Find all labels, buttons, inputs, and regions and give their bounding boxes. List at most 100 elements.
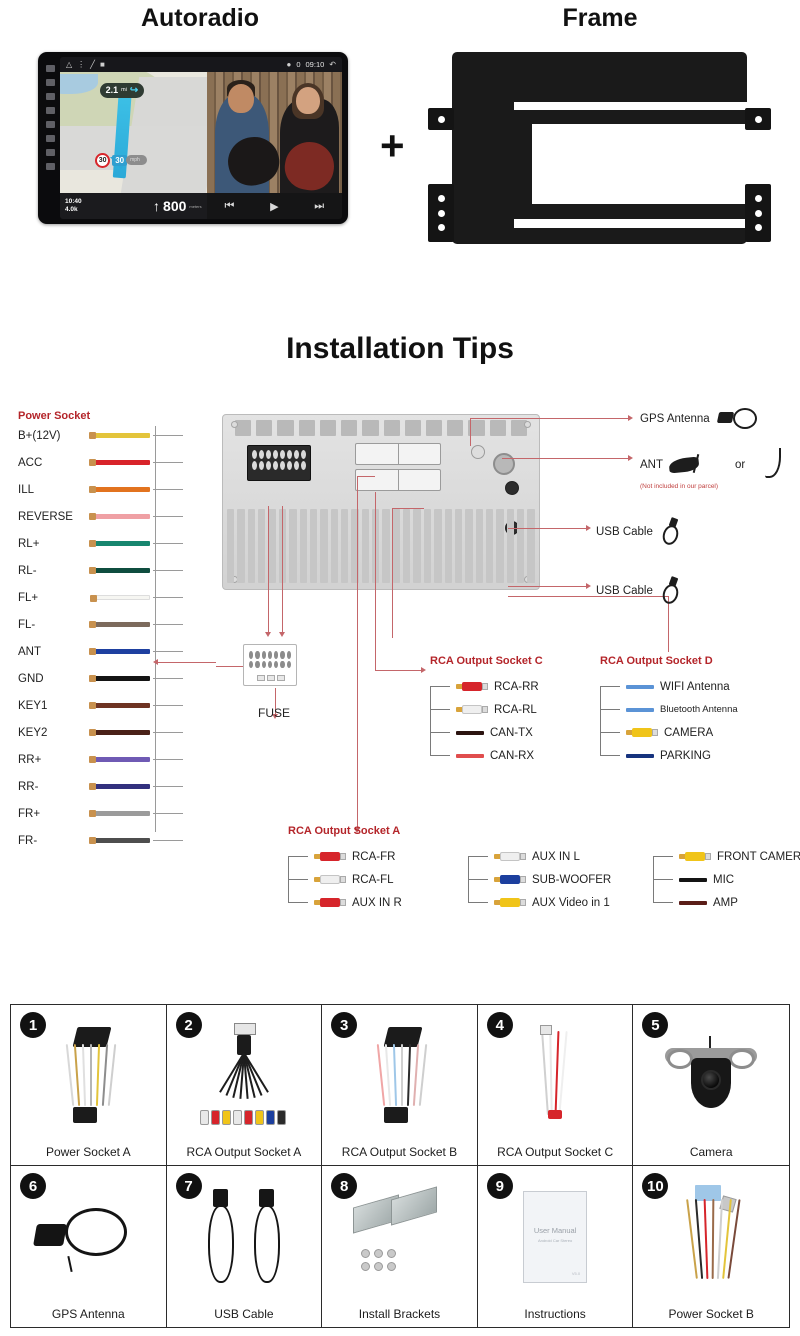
power-wire-label: FR-: [18, 834, 38, 847]
turn-distance: 2.1: [105, 85, 119, 96]
current-speed-value: 30: [112, 154, 128, 166]
power-wire-label: RR-: [18, 780, 39, 793]
power-wire-lead: [153, 570, 183, 571]
fuse-pins: [249, 651, 291, 668]
navigation-footer: 10:40 4.0k ↑ 800 meters: [60, 193, 207, 219]
home-icon[interactable]: △: [66, 60, 72, 69]
socket-row: RCA-FR: [288, 845, 468, 868]
socket-row-lead: [430, 732, 450, 733]
dash-frame-bezel: [410, 48, 785, 248]
socket-row-lead: [653, 902, 673, 903]
socket-row-label: RCA-RL: [494, 703, 537, 716]
side-volume-icon[interactable]: [46, 79, 55, 86]
power-wire-swatch: [89, 810, 150, 817]
gps-antenna-icon: [716, 408, 758, 430]
socket-row: RCA-RL: [430, 698, 543, 721]
side-list-icon[interactable]: [46, 149, 55, 156]
socket-row-lead: [430, 709, 450, 710]
radio-screen[interactable]: △ ⋮ ╱ ■ ● 0 09:10 ↶ 2.1 mi ↪ 30 30 mph 1…: [60, 57, 342, 219]
status-time: 09:10: [305, 60, 325, 69]
socket-row-lead: [288, 856, 308, 857]
rca-connector-icon: [494, 852, 526, 861]
frame-tab-top-left: [428, 108, 454, 130]
accessory-cell: 5 Camera: [633, 1005, 789, 1166]
power-wire-swatch: [89, 756, 150, 763]
iso-power-connector: [247, 445, 311, 481]
usb-cable-2-label: USB Cable: [596, 585, 653, 597]
side-mute-icon[interactable]: [46, 163, 55, 170]
media-controls[interactable]: ⏮ ▶ ⏭: [206, 193, 342, 219]
accessory-caption: Power Socket A: [45, 1145, 131, 1159]
power-wire-swatch: [89, 621, 150, 628]
side-media-icon[interactable]: [46, 121, 55, 128]
speed-indicator: 30 30 mph: [95, 152, 147, 168]
peripheral-antenna: ANT or (Not included in our parcel): [640, 448, 793, 490]
screen-icon[interactable]: ■: [100, 60, 105, 69]
socket-row: MIC: [653, 868, 800, 891]
leader-gps-arrow: [628, 415, 633, 421]
socket-row: CAN-RX: [430, 744, 543, 767]
antenna-label: ANT: [640, 459, 663, 471]
socket-row-label: AUX Video in 1: [532, 896, 610, 909]
socket-row: AUX IN R: [288, 891, 468, 914]
leader-usb2-arrow: [586, 583, 591, 589]
video-person-right-head: [295, 86, 321, 115]
socket-row-lead: [288, 879, 308, 880]
speed-limit-value: 30: [95, 152, 111, 168]
power-wire-lead: [153, 651, 183, 652]
power-wire-lead: [153, 759, 183, 760]
rca-connector-icon: [456, 682, 488, 691]
frame-tab-bottom-left: [428, 184, 454, 242]
power-wire-swatch: [89, 729, 150, 736]
menu-icon[interactable]: ⋮: [77, 60, 85, 69]
socket-row-label: AUX IN R: [352, 896, 402, 909]
video-pane[interactable]: [206, 72, 342, 193]
side-apps-icon[interactable]: [46, 107, 55, 114]
frame-tab-top-right: [745, 108, 771, 130]
leader-socket-b-h: [392, 508, 424, 509]
power-wire-swatch: [89, 675, 150, 682]
power-wire-lead: [153, 462, 183, 463]
remaining-distance: 800: [163, 198, 187, 214]
accessory-caption: Power Socket B: [668, 1307, 754, 1321]
head-unit-rear-panel: [222, 414, 540, 590]
peripheral-usb-cable-2: USB Cable: [596, 576, 683, 606]
socket-a-bracket: [288, 856, 289, 903]
fuse-connector: [243, 644, 297, 686]
navigation-pane[interactable]: 2.1 mi ↪ 30 30 mph: [60, 72, 207, 193]
prev-track-icon[interactable]: ⏮: [224, 200, 234, 213]
accessories-grid: 1 Power Socket A 2 RCA Output Socket A 3 RCA …: [10, 1004, 790, 1328]
plus-icon: +: [380, 122, 405, 169]
leader-ant-h: [502, 458, 630, 459]
play-icon[interactable]: ▶: [270, 200, 278, 213]
iso-connector-pins: [252, 450, 306, 470]
power-wire-label: RR+: [18, 753, 42, 766]
power-wire-label: ILL: [18, 483, 34, 496]
power-wire-lead: [153, 489, 183, 490]
leader-power-socket: [158, 662, 216, 663]
side-volume-down-icon[interactable]: [46, 135, 55, 142]
side-power-icon[interactable]: [46, 65, 55, 72]
side-nav-icon[interactable]: [46, 93, 55, 100]
next-track-icon[interactable]: ⏭: [314, 200, 324, 213]
status-bar: △ ⋮ ╱ ■ ● 0 09:10 ↶: [60, 57, 342, 72]
socket-row-label: CAMERA: [664, 726, 714, 739]
power-wire-row: FR-: [18, 827, 183, 854]
back-icon[interactable]: ↶: [329, 60, 336, 69]
power-wire-swatch: [89, 540, 150, 547]
socket-row-label: AMP: [713, 896, 738, 909]
power-wire-lead: [153, 516, 183, 517]
accessory-cell: 10 Power Socket B: [633, 1166, 789, 1327]
power-wire-lead: [153, 543, 183, 544]
power-wire-label: B+(12V): [18, 429, 61, 442]
accessory-caption: GPS Antenna: [51, 1307, 125, 1321]
autoradio-title: Autoradio: [140, 4, 260, 32]
rca-connector-icon: [314, 852, 346, 861]
socket-row-label: CAN-TX: [490, 726, 533, 739]
power-socket-bracket: [155, 426, 156, 832]
power-wire-swatch: [89, 702, 150, 709]
radio-side-buttons[interactable]: [42, 62, 59, 214]
socket-row-lead: [600, 686, 620, 687]
power-wire-label: FL-: [18, 618, 36, 631]
socket-wire-swatch: [679, 877, 707, 882]
